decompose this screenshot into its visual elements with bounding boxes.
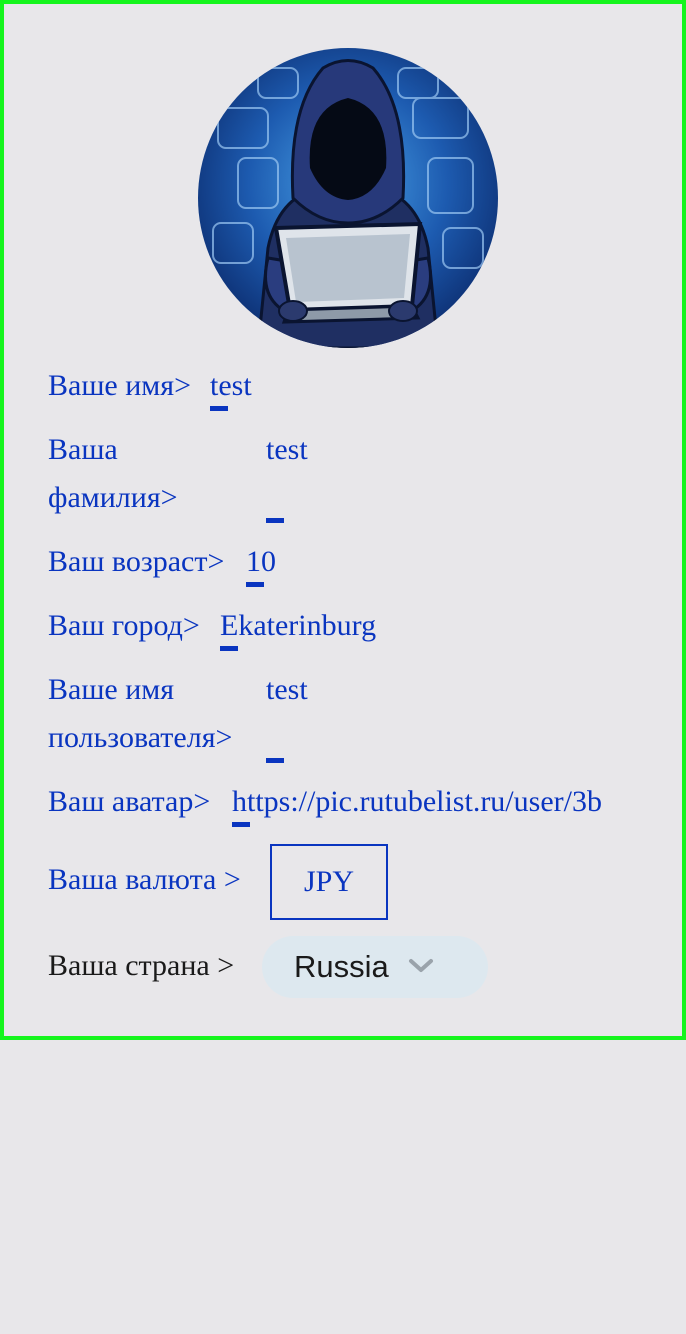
age-label: Ваш возраст> (48, 545, 225, 578)
username-label: Ваше имя пользователя> (48, 673, 233, 754)
first-name-label: Ваше имя> (48, 369, 191, 402)
currency-button[interactable]: JPY (270, 844, 388, 920)
city-input[interactable]: Ekaterinburg (220, 602, 376, 650)
age-cursor (246, 582, 264, 587)
currency-label: Ваша валюта > (48, 863, 241, 896)
hooded-hacker-avatar (198, 48, 498, 348)
avatar-image (198, 48, 498, 348)
country-value: Russia (294, 949, 389, 984)
last-name-label: Ваша фамилия> (48, 433, 178, 514)
avatar-url-input[interactable]: https://pic.rutubelist.ru/user/3b (232, 778, 612, 826)
first-name-input[interactable]: test (210, 362, 252, 410)
city-label: Ваш город> (48, 609, 200, 642)
currency-value: JPY (303, 865, 355, 898)
country-label: Ваша страна > (48, 949, 235, 982)
chevron-down-icon (409, 959, 433, 972)
last-name-cursor (266, 518, 284, 523)
age-input[interactable]: 10 (246, 538, 276, 586)
country-select[interactable]: Russia (262, 936, 488, 998)
avatar-url-cursor (232, 822, 250, 827)
username-input[interactable]: test (266, 666, 308, 714)
last-name-input[interactable]: test (266, 426, 308, 474)
city-cursor (220, 646, 238, 651)
first-name-cursor (210, 406, 228, 411)
avatar-url-label: Ваш аватар> (48, 785, 211, 818)
profile-panel: Ваше имя> test Ваша фамилия> test Ваш во… (0, 0, 686, 1040)
username-cursor (266, 758, 284, 763)
